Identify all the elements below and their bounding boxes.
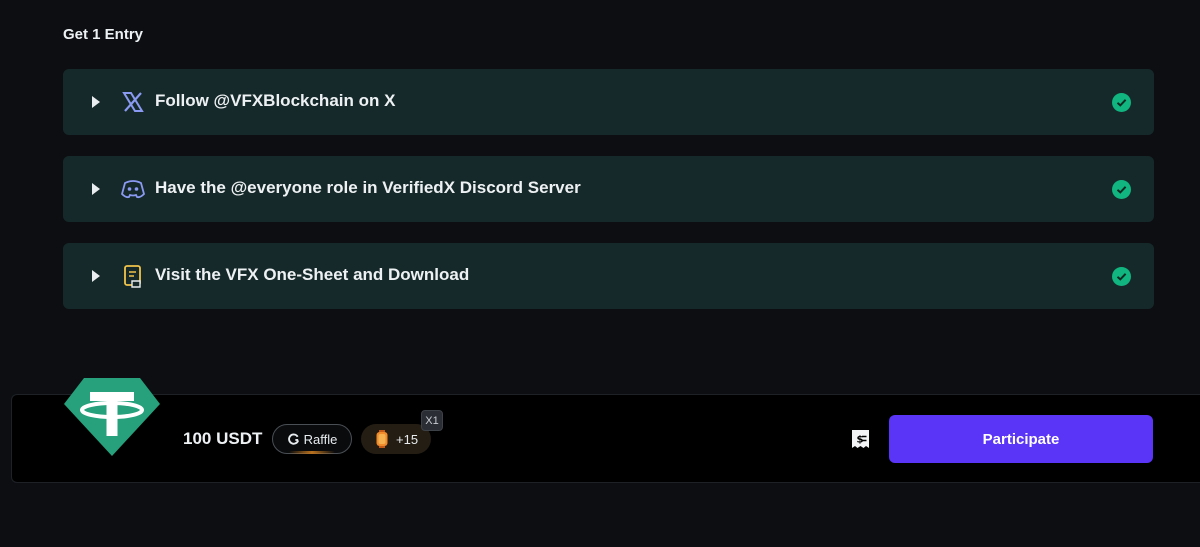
task-label: Visit the VFX One-Sheet and Download	[155, 265, 470, 284]
x-logo-icon	[122, 92, 144, 112]
document-icon	[124, 265, 141, 288]
lantern-icon	[376, 430, 388, 448]
raffle-icon	[287, 433, 299, 445]
raffle-glow	[289, 451, 335, 454]
participate-button[interactable]: Participate	[889, 415, 1153, 463]
raffle-label: Raffle	[303, 431, 338, 447]
section-title: Get 1 Entry	[63, 26, 144, 43]
expand-caret-icon[interactable]	[92, 270, 100, 282]
expand-caret-icon[interactable]	[92, 96, 100, 108]
task-visit-one-sheet[interactable]: Visit the VFX One-Sheet and Download	[63, 243, 1154, 309]
tether-logo-icon	[64, 378, 160, 456]
check-circle-icon	[1112, 180, 1131, 199]
expand-caret-icon[interactable]	[92, 183, 100, 195]
prize-amount: 100 USDT	[183, 429, 263, 448]
points-value: +15	[396, 431, 419, 447]
task-discord-role[interactable]: Have the @everyone role in VerifiedX Dis…	[63, 156, 1154, 222]
check-circle-icon	[1112, 93, 1131, 112]
receipt-dollar-icon[interactable]: $	[851, 429, 870, 449]
task-follow-x[interactable]: Follow @VFXBlockchain on X	[63, 69, 1154, 135]
task-label: Follow @VFXBlockchain on X	[155, 91, 396, 110]
multiplier-badge: X1	[421, 410, 443, 431]
raffle-badge: Raffle	[272, 424, 352, 454]
check-circle-icon	[1112, 267, 1131, 286]
task-label: Have the @everyone role in VerifiedX Dis…	[155, 178, 581, 197]
discord-icon	[120, 180, 146, 199]
